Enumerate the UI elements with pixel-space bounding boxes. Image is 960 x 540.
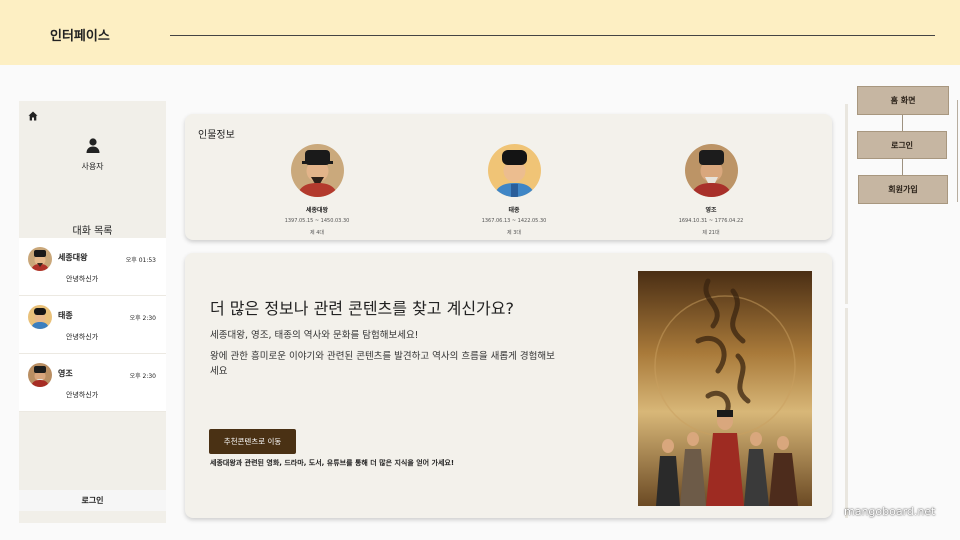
chat-time: 오후 2:30 [129, 373, 156, 380]
avatar [28, 305, 52, 329]
portrait-image [684, 144, 738, 197]
portrait-image [487, 144, 541, 197]
watermark: mangoboard.net [844, 505, 936, 518]
chat-time: 오후 01:53 [125, 257, 156, 264]
person-yeongjo[interactable]: 영조 1694.10.31 ~ 1776.04.22 제 21대 [656, 144, 766, 236]
person-sejong[interactable]: 세종대왕 1397.05.15 ~ 1450.03.30 제 4대 [262, 144, 372, 236]
person-order: 제 4대 [310, 230, 324, 236]
promo-caption: 세종대왕과 관련된 영화, 드라마, 도서, 유튜브를 통해 더 많은 지식을 … [210, 459, 455, 467]
chat-sidebar: 사용자 대화 목록 세종대왕 오후 01:53 안녕하신가 태종 오후 2:30… [19, 101, 166, 523]
chat-item-taejong[interactable]: 태종 오후 2:30 안녕하신가 [19, 296, 166, 354]
nav-login-button[interactable]: 로그인 [857, 131, 947, 159]
chat-message: 안녕하신가 [66, 333, 99, 341]
top-header: 인터페이스 [0, 0, 960, 65]
person-dates: 1367.06.13 ~ 1422.05.30 [481, 218, 547, 224]
promo-heading: 더 많은 정보나 관련 콘텐츠를 찾고 계신가요? [210, 299, 514, 318]
user-profile[interactable]: 사용자 [19, 138, 166, 172]
people-info-card: 인물정보 세종대왕 1397.05.15 ~ 1450.03.30 제 4대 태… [185, 114, 832, 240]
promo-subtext: 세종대왕, 영조, 태종의 역사와 문화를 탐험해보세요! [210, 330, 419, 341]
person-name: 영조 [705, 207, 717, 214]
chat-item-sejong[interactable]: 세종대왕 오후 01:53 안녕하신가 [19, 238, 166, 296]
chat-time: 오후 2:30 [129, 315, 156, 322]
person-taejong[interactable]: 태종 1367.06.13 ~ 1422.05.30 제 3대 [459, 144, 569, 236]
avatar [28, 247, 52, 271]
content-promo-card: 더 많은 정보나 관련 콘텐츠를 찾고 계신가요? 세종대왕, 영조, 태종의 … [185, 253, 832, 518]
chat-message: 안녕하신가 [66, 275, 99, 283]
person-dates: 1397.05.15 ~ 1450.03.30 [284, 218, 350, 224]
recommended-content-button[interactable]: 추천콘텐츠로 이동 [209, 429, 296, 454]
chat-list: 세종대왕 오후 01:53 안녕하신가 태종 오후 2:30 안녕하신가 영조 … [19, 238, 166, 412]
home-icon[interactable] [28, 111, 38, 121]
person-order: 제 21대 [702, 230, 720, 236]
nav-connector [902, 159, 903, 175]
nav-home-button[interactable]: 홈 화면 [857, 86, 949, 115]
portrait-image [290, 144, 344, 197]
person-order: 제 3대 [507, 230, 521, 236]
content-scroll-track [845, 104, 848, 304]
person-name: 세종대왕 [305, 207, 329, 214]
user-icon [86, 138, 99, 153]
sidebar-login-button[interactable]: 로그인 [19, 490, 166, 511]
chat-name: 세종대왕 [58, 253, 88, 262]
chat-item-yeongjo[interactable]: 영조 오후 2:30 안녕하신가 [19, 354, 166, 412]
chat-name: 영조 [58, 369, 73, 378]
nav-connector [902, 115, 903, 131]
chat-name: 태종 [58, 311, 73, 320]
user-label: 사용자 [81, 162, 104, 171]
content-scroll-track [845, 308, 848, 518]
nav-side-line [957, 100, 958, 202]
person-name: 태종 [508, 207, 520, 214]
promo-description: 왕에 관한 흥미로운 이야기와 관련된 콘텐츠를 발견하고 역사의 흐름을 새롭… [210, 351, 555, 377]
avatar [28, 363, 52, 387]
person-dates: 1694.10.31 ~ 1776.04.22 [678, 218, 744, 224]
people-info-title: 인물정보 [198, 130, 235, 141]
nav-signup-button[interactable]: 회원가입 [858, 175, 948, 204]
chat-message: 안녕하신가 [66, 391, 99, 399]
chat-list-title: 대화 목록 [72, 226, 113, 237]
app-title: 인터페이스 [50, 29, 110, 44]
header-divider [170, 35, 935, 36]
drama-poster-image [638, 271, 812, 506]
